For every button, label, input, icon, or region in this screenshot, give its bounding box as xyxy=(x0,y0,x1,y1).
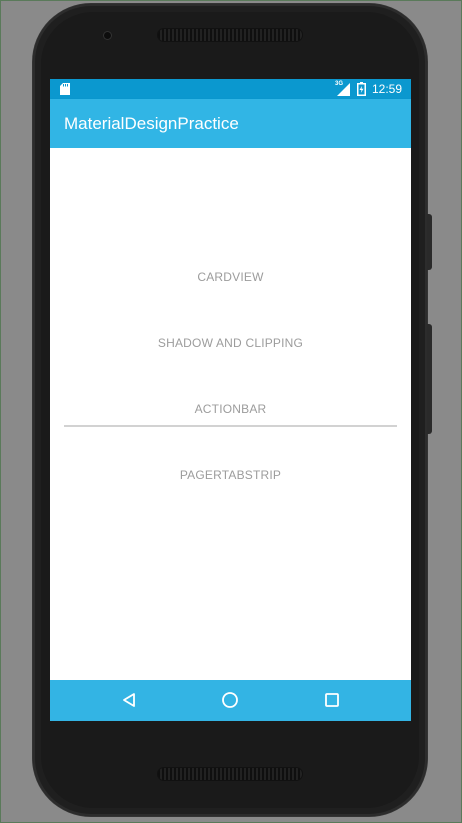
top-speaker xyxy=(158,29,302,41)
battery-icon xyxy=(357,82,366,96)
shadow-and-clipping-button[interactable]: SHADOW AND CLIPPING xyxy=(64,320,397,364)
power-button[interactable] xyxy=(427,324,432,434)
actionbar-button[interactable]: ACTIONBAR xyxy=(64,386,397,430)
front-camera xyxy=(103,31,112,40)
bottom-speaker xyxy=(158,768,302,780)
recents-button[interactable] xyxy=(317,688,347,712)
device-screen: 3G 12:59 MaterialDesignPractice CARDVIEW… xyxy=(50,79,411,721)
signal-icon xyxy=(337,83,350,96)
home-button[interactable] xyxy=(215,688,245,712)
recents-icon xyxy=(325,693,339,707)
cardview-button[interactable]: CARDVIEW xyxy=(64,254,397,298)
navigation-bar xyxy=(50,680,411,721)
status-bar: 3G 12:59 xyxy=(50,79,411,99)
pagertabstrip-button[interactable]: PAGERTABSTRIP xyxy=(64,452,397,496)
volume-button[interactable] xyxy=(427,214,432,270)
app-bar: MaterialDesignPractice xyxy=(50,99,411,148)
back-button[interactable] xyxy=(114,688,144,712)
main-content: CARDVIEW SHADOW AND CLIPPING ACTIONBAR P… xyxy=(50,148,411,680)
status-clock: 12:59 xyxy=(372,82,403,96)
list-divider xyxy=(64,425,397,427)
sd-card-icon xyxy=(60,83,70,95)
app-title: MaterialDesignPractice xyxy=(64,114,239,133)
back-icon xyxy=(123,693,135,707)
home-icon xyxy=(222,692,238,708)
